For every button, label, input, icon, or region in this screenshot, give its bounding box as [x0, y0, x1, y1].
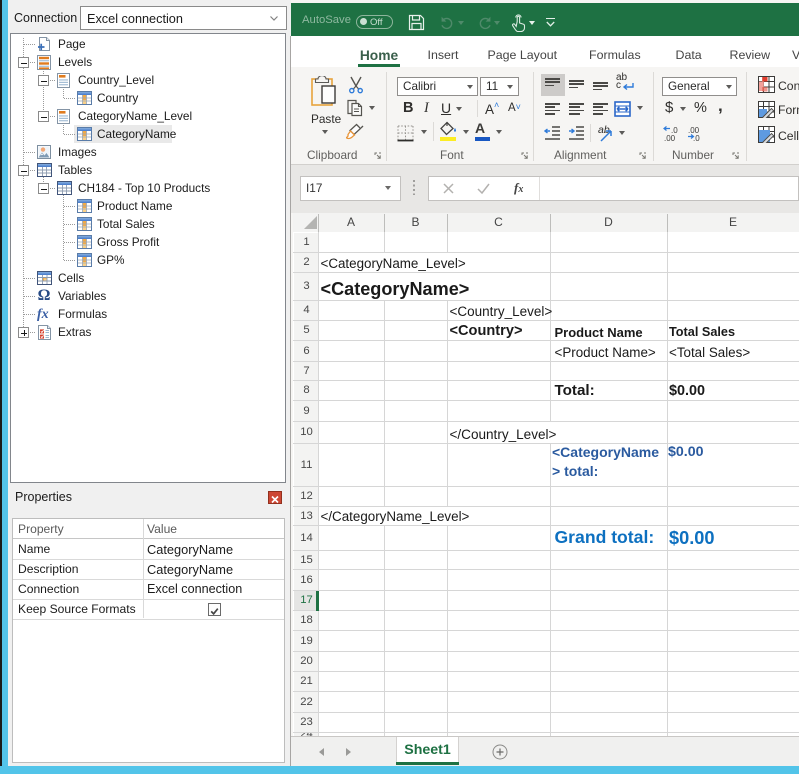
svg-text:.00: .00 — [664, 134, 676, 142]
svg-text:.0: .0 — [693, 134, 700, 142]
